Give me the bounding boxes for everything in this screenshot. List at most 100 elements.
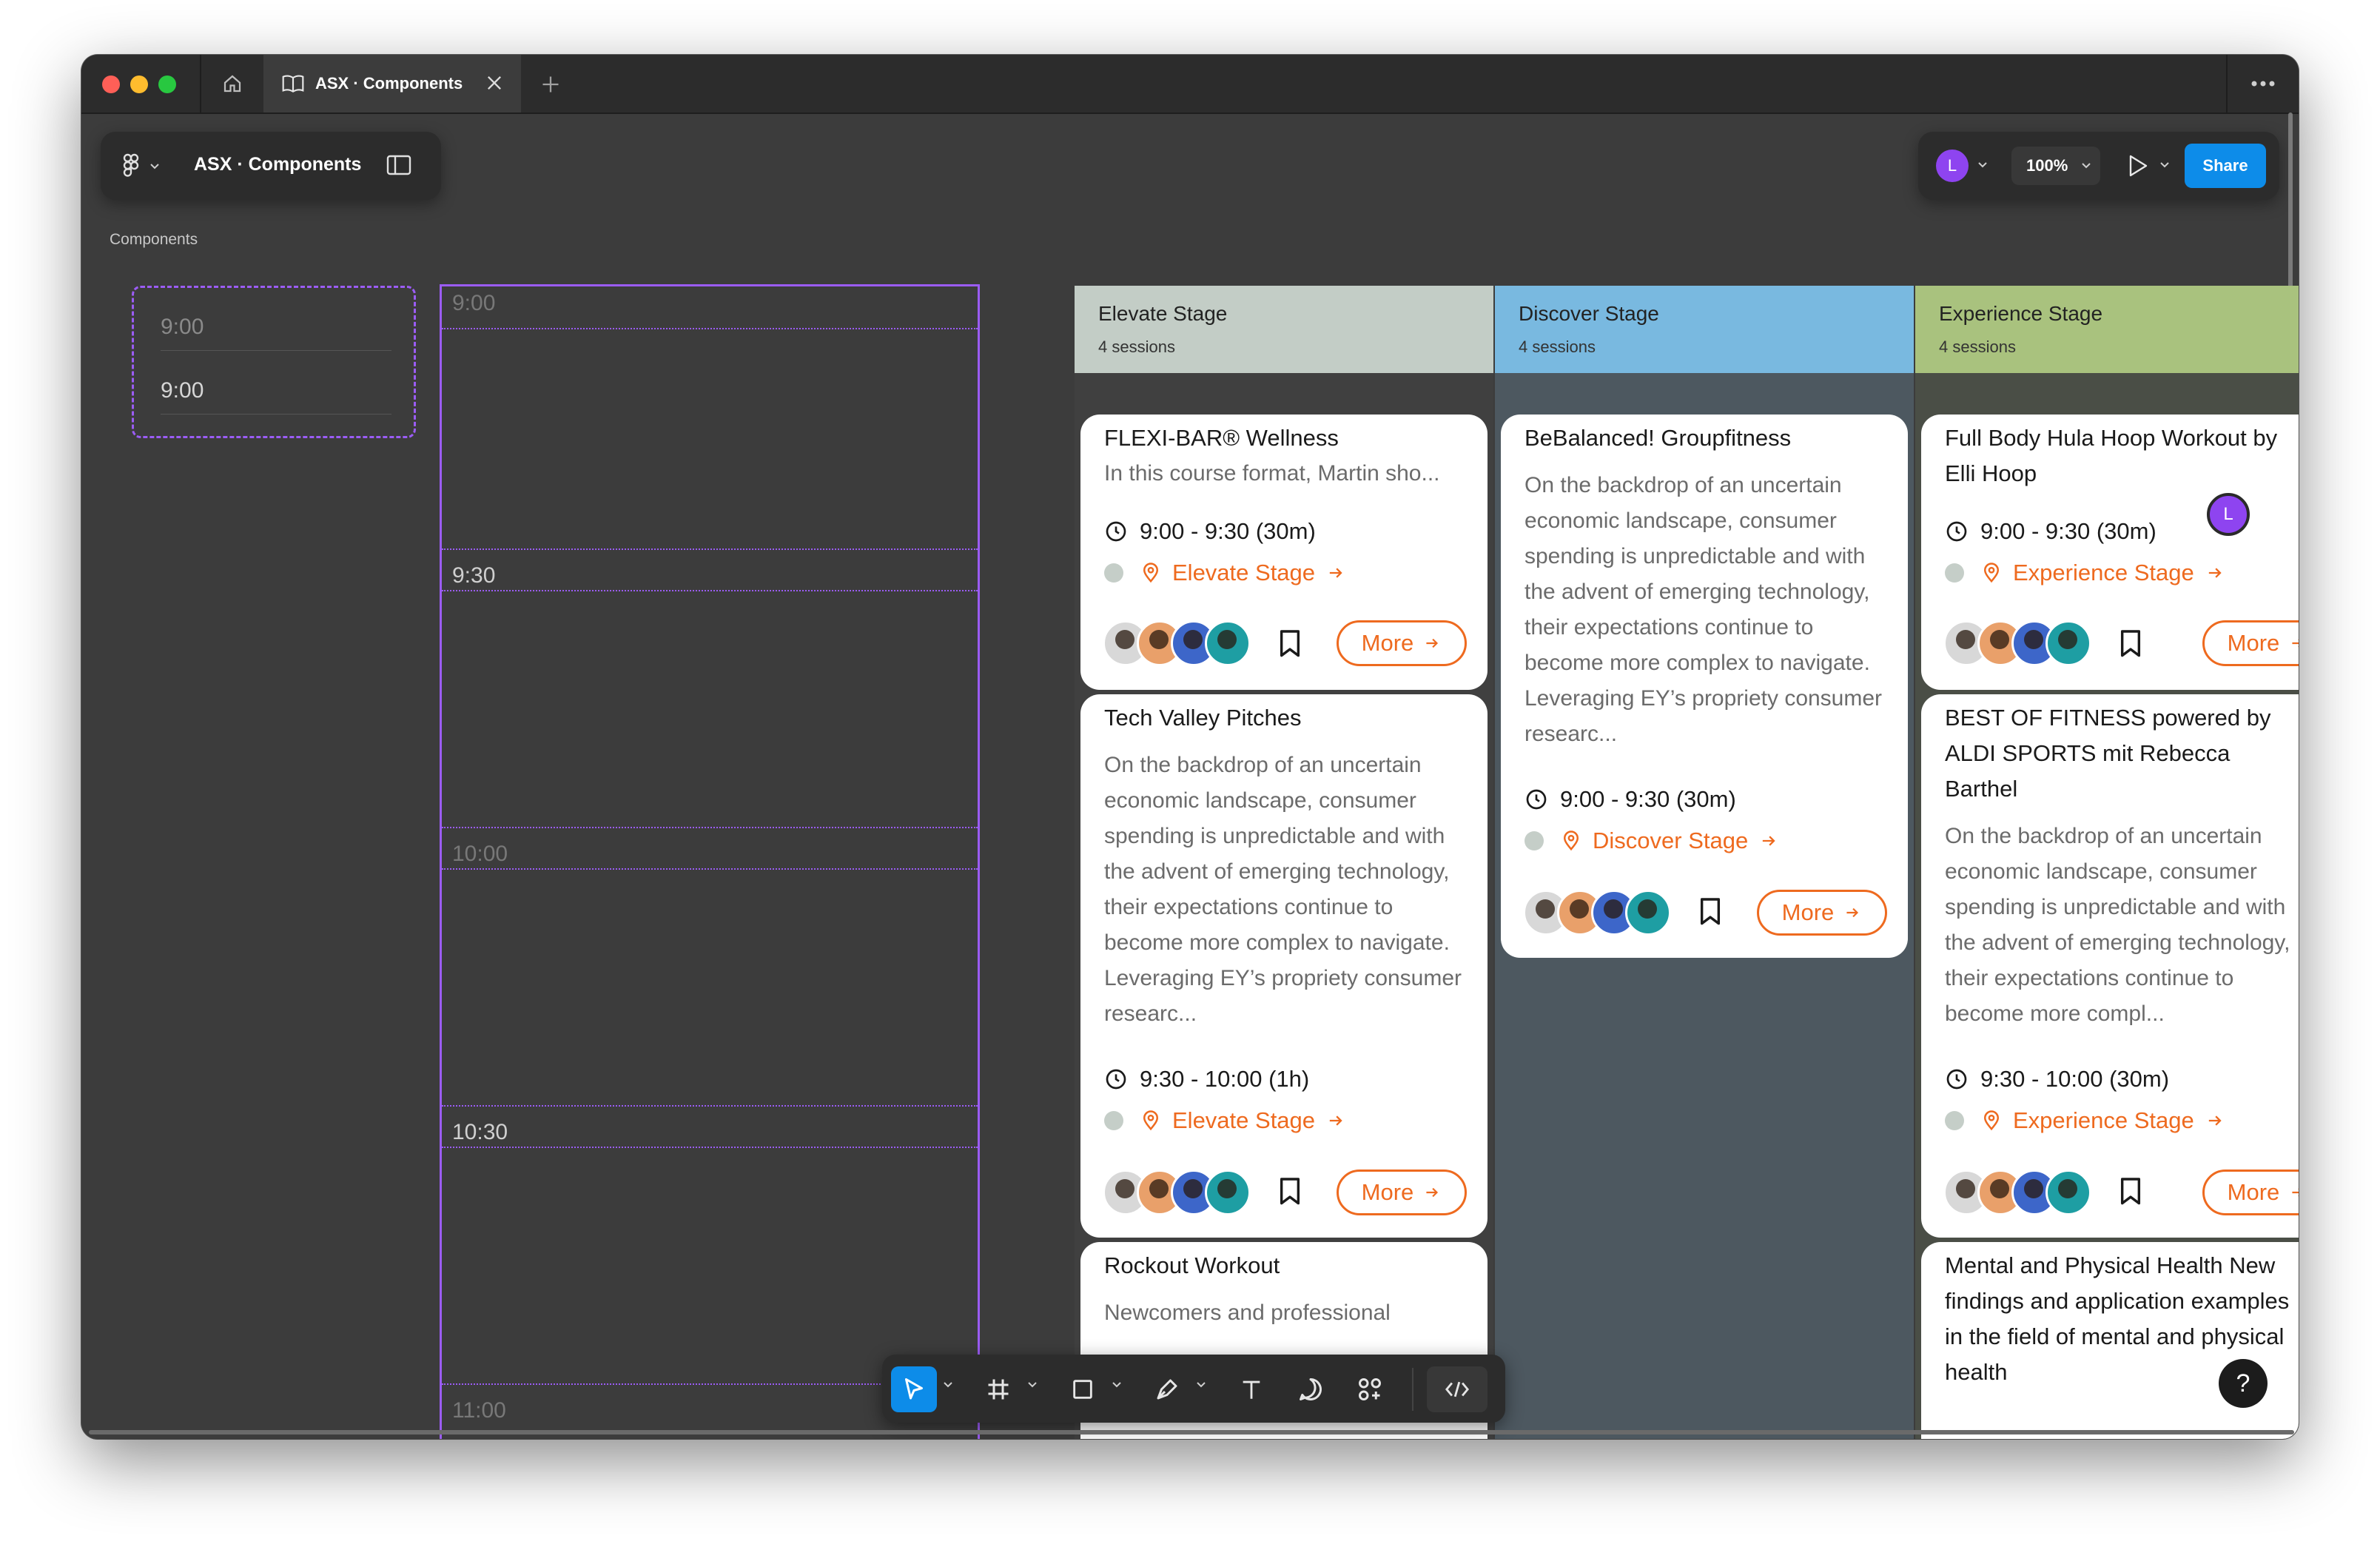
- collaborator-cursor: L: [2207, 493, 2250, 536]
- chevron-down-icon[interactable]: [2159, 161, 2170, 169]
- location-pin-icon: [1143, 563, 1159, 583]
- share-button[interactable]: Share: [2185, 144, 2266, 188]
- help-button[interactable]: ?: [2219, 1359, 2268, 1408]
- horizontal-scrollbar[interactable]: [89, 1430, 2294, 1434]
- chevron-down-icon: [150, 164, 159, 170]
- zoom-dropdown[interactable]: 100%: [2011, 147, 2100, 185]
- schedule-time-grid[interactable]: 9:00 9:30 10:00 10:30 11:00: [440, 284, 980, 1439]
- session-card[interactable]: Full Body Hula Hoop Workout by Elli Hoop…: [1921, 415, 2299, 690]
- arrow-right-icon: [2292, 1188, 2299, 1197]
- session-location[interactable]: Experience Stage: [1945, 1107, 2225, 1134]
- status-dot: [1104, 563, 1123, 583]
- time-range: 9:30 - 10:00 (30m): [1980, 1066, 2170, 1092]
- pen-icon: [1157, 1379, 1177, 1400]
- session-card[interactable]: BEST OF FITNESS powered by ALDI SPORTS m…: [1921, 694, 2299, 1238]
- chevron-down-icon[interactable]: [1977, 161, 1988, 169]
- more-button[interactable]: More: [2202, 620, 2299, 666]
- session-title: BEST OF FITNESS powered by ALDI SPORTS m…: [1945, 705, 2271, 802]
- frame-tool-button[interactable]: [975, 1366, 1021, 1412]
- vertical-scrollbar[interactable]: [2288, 113, 2293, 290]
- move-tool-button[interactable]: [891, 1366, 937, 1412]
- location-pin-icon: [1563, 830, 1579, 851]
- divider: [161, 350, 391, 351]
- app-window: ASX · Components ASX · Components L 100%…: [81, 55, 2299, 1439]
- user-avatar[interactable]: L: [1936, 150, 1969, 182]
- session-description: In this course format, Martin sho...: [1104, 461, 1440, 486]
- stage-header: Experience Stage 4 sessions: [1915, 286, 2299, 373]
- session-description: On the backdrop of an uncertain economic…: [1104, 753, 1462, 1026]
- window-menu-button[interactable]: [2226, 55, 2299, 113]
- grid-time-label: 11:00: [452, 1398, 506, 1423]
- location-name: Elevate Stage: [1172, 1107, 1316, 1133]
- text-icon: [1243, 1380, 1260, 1399]
- session-card[interactable]: Mental and Physical Health New findings …: [1921, 1242, 2299, 1439]
- file-title[interactable]: ASX · Components: [194, 154, 361, 175]
- tab-title: ASX · Components: [315, 74, 463, 93]
- grid-line: [442, 328, 978, 329]
- bookmark-icon[interactable]: [2118, 1177, 2143, 1207]
- location-name: Discover Stage: [1593, 828, 1749, 853]
- shape-tool-button[interactable]: [1060, 1366, 1106, 1412]
- resources-tool-button[interactable]: [1347, 1366, 1393, 1412]
- comment-bubble-icon: [1300, 1378, 1322, 1400]
- home-button[interactable]: [200, 55, 265, 113]
- session-card[interactable]: Tech Valley Pitches On the backdrop of a…: [1080, 694, 1488, 1238]
- more-label: More: [2227, 630, 2280, 656]
- dev-mode-toggle[interactable]: [1427, 1366, 1488, 1412]
- components-icon: [1359, 1378, 1381, 1400]
- session-count: 4 sessions: [1939, 338, 2016, 356]
- grid-time-label: 9:00: [452, 291, 496, 315]
- bookmark-icon[interactable]: [1277, 1177, 1302, 1207]
- session-description: On the backdrop of an uncertain economic…: [1945, 824, 2290, 1026]
- chevron-down-icon[interactable]: [1027, 1381, 1038, 1389]
- location-name: Experience Stage: [2013, 560, 2194, 585]
- cursor-arrow-icon: [905, 1378, 923, 1400]
- chevron-down-icon[interactable]: [1112, 1381, 1122, 1389]
- chevron-down-icon[interactable]: [943, 1381, 953, 1389]
- new-tab-button[interactable]: [534, 68, 567, 101]
- arrow-right-icon: [1846, 907, 1859, 918]
- session-location[interactable]: Experience Stage: [1945, 560, 2225, 586]
- bookmark-icon[interactable]: [1277, 629, 1302, 659]
- bookmark-icon[interactable]: [1698, 897, 1723, 927]
- speaker-avatars: [1103, 1170, 1251, 1215]
- arrow-right-icon: [1426, 638, 1439, 648]
- clock-icon: [1106, 1069, 1126, 1090]
- more-button[interactable]: More: [1757, 890, 1887, 936]
- session-time: 9:00 - 9:30 (30m): [1525, 786, 1736, 813]
- session-card[interactable]: BeBalanced! Groupfitness On the backdrop…: [1501, 415, 1908, 958]
- session-title: Full Body Hula Hoop Workout by Elli Hoop: [1945, 425, 2278, 486]
- main-menu-button[interactable]: [123, 150, 167, 182]
- session-location[interactable]: Discover Stage: [1525, 828, 1779, 854]
- section-label: Components: [110, 231, 198, 248]
- close-window-button[interactable]: [102, 75, 120, 93]
- text-tool-button[interactable]: [1228, 1366, 1274, 1412]
- more-button[interactable]: More: [1337, 620, 1467, 666]
- location-pin-icon: [1143, 1110, 1159, 1131]
- file-tab[interactable]: ASX · Components: [263, 55, 521, 113]
- session-location[interactable]: Elevate Stage: [1104, 1107, 1346, 1134]
- session-time: 9:00 - 9:30 (30m): [1104, 518, 1316, 545]
- session-location[interactable]: Elevate Stage: [1104, 560, 1346, 586]
- sidebar-toggle-icon[interactable]: [386, 154, 411, 176]
- time-component-set[interactable]: 9:00 9:00: [132, 286, 416, 438]
- book-icon: [282, 75, 304, 93]
- comment-tool-button[interactable]: [1288, 1366, 1334, 1412]
- avatar: [2045, 620, 2091, 666]
- present-play-icon[interactable]: [2127, 154, 2149, 178]
- minimize-window-button[interactable]: [130, 75, 148, 93]
- close-tab-icon[interactable]: [484, 73, 505, 93]
- maximize-window-button[interactable]: [158, 75, 176, 93]
- plus-icon: [542, 76, 559, 93]
- location-pin-icon: [1983, 1110, 2000, 1131]
- chevron-down-icon[interactable]: [1196, 1381, 1206, 1389]
- session-card[interactable]: FLEXI-BAR® Wellness In this course forma…: [1080, 415, 1488, 690]
- arrow-right-icon: [1426, 1187, 1439, 1198]
- more-button[interactable]: More: [1337, 1170, 1467, 1215]
- home-icon: [223, 75, 241, 93]
- more-label: More: [1781, 899, 1835, 925]
- pen-tool-button[interactable]: [1144, 1366, 1190, 1412]
- bookmark-icon[interactable]: [2118, 629, 2143, 659]
- more-button[interactable]: More: [2202, 1170, 2299, 1215]
- stage-column-elevate: Elevate Stage 4 sessions FLEXI-BAR® Well…: [1075, 286, 1493, 1439]
